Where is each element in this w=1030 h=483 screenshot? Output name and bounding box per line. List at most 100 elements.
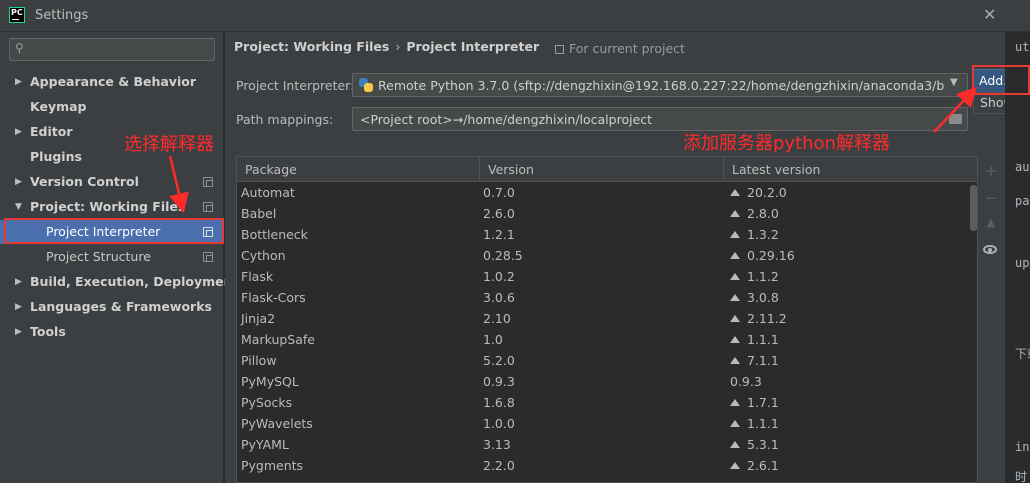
search-input[interactable]	[34, 41, 210, 58]
sidebar-item-languages[interactable]: ▶ Languages & Frameworks	[0, 295, 224, 319]
package-name: Automat	[241, 185, 295, 200]
table-row[interactable]: Cython 0.28.5 0.29.16	[237, 245, 969, 266]
package-name: Bottleneck	[241, 227, 308, 242]
expand-arrow-icon[interactable]: ▶	[15, 120, 22, 144]
upgrade-package-icon[interactable]: ▲	[984, 216, 998, 229]
settings-search[interactable]: ⚲	[9, 38, 215, 61]
interpreter-select[interactable]: Remote Python 3.7.0 (sftp://dengzhixin@1…	[352, 73, 968, 97]
sidebar-item-version-control[interactable]: ▶ Version Control	[0, 170, 224, 194]
table-row[interactable]: Automat 0.7.0 20.2.0	[237, 182, 969, 203]
package-version: 5.2.0	[483, 353, 515, 368]
sidebar-item-build[interactable]: ▶ Build, Execution, Deployment	[0, 270, 238, 294]
package-latest-version: 5.3.1	[730, 434, 779, 455]
sidebar-item-label: Plugins	[30, 149, 82, 164]
table-header: Package Version Latest version	[237, 157, 977, 182]
column-header-latest[interactable]: Latest version	[724, 157, 977, 182]
breadcrumb: Project: Working Files › Project Interpret…	[234, 39, 539, 54]
package-latest-version: 7.1.1	[730, 350, 779, 371]
package-version: 0.7.0	[483, 185, 515, 200]
upgrade-available-icon	[730, 294, 740, 301]
interpreter-label: Project Interpreter:	[236, 78, 355, 93]
table-row[interactable]: Bottleneck 1.2.1 1.3.2	[237, 224, 969, 245]
upgrade-available-icon	[730, 315, 740, 322]
table-row[interactable]: PySocks 1.6.8 1.7.1	[237, 392, 969, 413]
expand-arrow-icon[interactable]: ▶	[15, 70, 22, 94]
python-icon	[359, 78, 373, 92]
table-row[interactable]: PyYAML 3.13 5.3.1	[237, 434, 969, 455]
table-row[interactable]: PyWavelets 1.0.0 1.1.1	[237, 413, 969, 434]
annotation-add-server-python: 添加服务器python解释器	[683, 133, 890, 154]
sidebar-item-label: Languages & Frameworks	[30, 299, 212, 314]
packages-table: Package Version Latest version Automat 0.…	[236, 156, 978, 483]
package-name: Pillow	[241, 353, 277, 368]
background-editor-strip: ut au pa up 下载 in 时	[1005, 32, 1030, 483]
title-bar: PC Settings ✕	[0, 0, 1030, 32]
package-version: 1.0	[483, 332, 503, 347]
package-latest-version: 0.9.3	[730, 374, 762, 389]
folder-icon[interactable]	[949, 114, 962, 124]
package-version: 0.9.3	[483, 374, 515, 389]
column-header-version[interactable]: Version	[480, 157, 724, 182]
table-scrollbar[interactable]	[969, 182, 977, 482]
close-icon[interactable]: ✕	[983, 5, 996, 24]
window-title: Settings	[35, 8, 89, 23]
project-scope-icon	[203, 177, 213, 187]
package-name: PyMySQL	[241, 374, 299, 389]
package-name: Cython	[241, 248, 286, 263]
column-header-package[interactable]: Package	[237, 157, 480, 182]
package-name: Flask-Cors	[241, 290, 306, 305]
package-latest-version: 0.29.16	[730, 245, 795, 266]
editor-fragment: up	[1015, 256, 1030, 270]
table-row[interactable]: Pygments 2.2.0 2.6.1	[237, 455, 969, 476]
package-version: 2.2.0	[483, 458, 515, 473]
page-title: Project Interpreter	[406, 39, 540, 54]
table-row[interactable]: Flask-Cors 3.0.6 3.0.8	[237, 287, 969, 308]
expand-arrow-icon[interactable]: ▶	[15, 170, 22, 194]
package-version: 1.0.2	[483, 269, 515, 284]
sidebar-item-label: Version Control	[30, 174, 139, 189]
scrollbar-thumb[interactable]	[970, 185, 977, 231]
chevron-down-icon[interactable]: ▼	[950, 77, 958, 88]
sidebar-item-tools[interactable]: ▶ Tools	[0, 320, 224, 344]
package-name: PySocks	[241, 395, 293, 410]
package-version: 1.0.0	[483, 416, 515, 431]
table-row[interactable]: Pillow 5.2.0 7.1.1	[237, 350, 969, 371]
expand-arrow-icon[interactable]: ▶	[15, 320, 22, 344]
upgrade-available-icon	[730, 420, 740, 427]
package-latest-version: 2.11.2	[730, 308, 787, 329]
sidebar-item-project-structure[interactable]: Project Structure	[0, 245, 224, 269]
expand-arrow-icon[interactable]: ▶	[15, 270, 22, 294]
remove-package-icon[interactable]: −	[984, 189, 998, 207]
package-version: 2.10	[483, 311, 511, 326]
table-row[interactable]: Babel 2.6.0 2.8.0	[237, 203, 969, 224]
package-name: Jinja2	[241, 311, 276, 326]
table-row[interactable]: Jinja2 2.10 2.11.2	[237, 308, 969, 329]
path-mappings-field[interactable]: <Project root>→/home/dengzhixin/localpro…	[352, 107, 968, 131]
add-package-icon[interactable]: +	[984, 162, 998, 180]
package-latest-version: 2.8.0	[730, 203, 779, 224]
sidebar-item-appearance[interactable]: ▶ Appearance & Behavior	[0, 70, 224, 94]
package-name: Flask	[241, 269, 274, 284]
sidebar-item-project-interpreter[interactable]: Project Interpreter	[0, 220, 224, 244]
collapse-arrow-icon[interactable]: ▼	[15, 195, 22, 219]
package-version: 3.13	[483, 437, 511, 452]
sidebar-item-label: Keymap	[30, 99, 87, 114]
eye-icon[interactable]	[983, 245, 997, 254]
table-row[interactable]: MarkupSafe 1.0 1.1.1	[237, 329, 969, 350]
table-row[interactable]: Flask 1.0.2 1.1.2	[237, 266, 969, 287]
upgrade-available-icon	[730, 273, 740, 280]
sidebar-item-keymap[interactable]: Keymap	[0, 95, 224, 119]
package-version: 1.6.8	[483, 395, 515, 410]
sidebar-item-project[interactable]: ▼ Project: Working Files	[0, 195, 224, 219]
expand-arrow-icon[interactable]: ▶	[15, 295, 22, 319]
package-latest-version: 20.2.0	[730, 182, 787, 203]
path-mappings-value: <Project root>→/home/dengzhixin/localpro…	[360, 112, 653, 127]
project-scope-icon	[203, 252, 213, 262]
sidebar-item-label: Editor	[30, 124, 73, 139]
sidebar-item-label: Appearance & Behavior	[30, 74, 196, 89]
upgrade-available-icon	[730, 441, 740, 448]
package-latest-version: 2.6.1	[730, 455, 779, 476]
upgrade-available-icon	[730, 189, 740, 196]
package-tools: + − ▲	[978, 156, 1004, 483]
table-row[interactable]: PyMySQL 0.9.3 0.9.3	[237, 371, 969, 392]
